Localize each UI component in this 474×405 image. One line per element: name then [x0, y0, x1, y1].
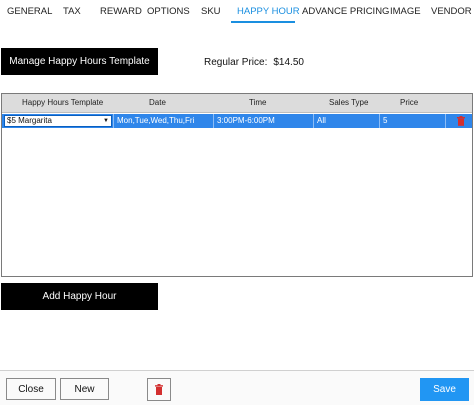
tab-sku[interactable]: SKU	[201, 6, 221, 17]
regular-price-value: $14.50	[273, 57, 304, 68]
time-cell[interactable]: 3:00PM-6:00PM	[214, 114, 314, 128]
tab-happy-hour[interactable]: HAPPY HOUR	[237, 6, 300, 17]
template-select[interactable]: $5 Margarita ▼	[4, 115, 112, 127]
tab-general[interactable]: GENERAL	[7, 6, 52, 17]
manage-happy-hours-template-button[interactable]: Manage Happy Hours Template	[1, 48, 158, 75]
delete-button[interactable]	[147, 378, 171, 401]
column-header-sales-type[interactable]: Sales Type	[329, 98, 368, 107]
grid-header: Happy Hours Template Date Time Sales Typ…	[2, 94, 472, 113]
regular-price: Regular Price: $14.50	[204, 57, 304, 68]
new-button[interactable]: New	[60, 378, 109, 400]
column-header-date[interactable]: Date	[149, 98, 166, 107]
happy-hour-grid: Happy Hours Template Date Time Sales Typ…	[1, 93, 473, 277]
regular-price-label: Regular Price:	[204, 57, 268, 68]
template-cell: $5 Margarita ▼	[2, 114, 114, 128]
date-cell[interactable]: Mon,Tue,Wed,Thu,Fri	[114, 114, 214, 128]
active-tab-indicator	[231, 21, 295, 23]
tab-advance-pricing[interactable]: ADVANCE PRICING	[302, 6, 389, 17]
tab-tax[interactable]: TAX	[63, 6, 81, 17]
tab-reward[interactable]: REWARD	[100, 6, 142, 17]
footer-bar: Close New Save	[0, 370, 474, 405]
close-button[interactable]: Close	[6, 378, 56, 400]
column-header-template[interactable]: Happy Hours Template	[22, 98, 103, 107]
tab-options[interactable]: OPTIONS	[147, 6, 190, 17]
add-happy-hour-button[interactable]: Add Happy Hour	[1, 283, 158, 310]
table-row[interactable]: $5 Margarita ▼ Mon,Tue,Wed,Thu,Fri 3:00P…	[2, 114, 472, 128]
trash-icon	[155, 384, 163, 395]
tab-bar: GENERAL TAX REWARD OPTIONS SKU HAPPY HOU…	[0, 0, 474, 24]
chevron-down-icon[interactable]: ▼	[101, 116, 111, 126]
sales-type-cell[interactable]: All	[314, 114, 380, 128]
save-button[interactable]: Save	[420, 378, 469, 401]
tab-vendor[interactable]: VENDOR	[431, 6, 472, 17]
trash-icon[interactable]	[456, 116, 466, 126]
template-select-value: $5 Margarita	[7, 116, 52, 125]
price-cell[interactable]: 5	[380, 114, 446, 128]
tab-image[interactable]: IMAGE	[390, 6, 421, 17]
column-header-price[interactable]: Price	[400, 98, 418, 107]
column-header-time[interactable]: Time	[249, 98, 266, 107]
